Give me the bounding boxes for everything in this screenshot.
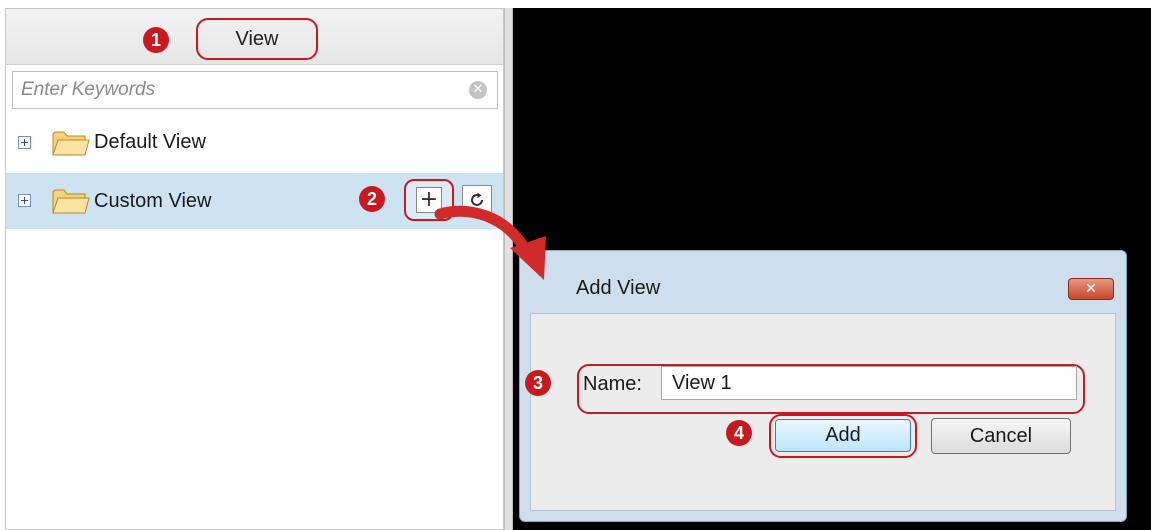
- tree-item-default-view[interactable]: Default View: [6, 117, 503, 169]
- search-input[interactable]: [13, 72, 453, 108]
- tree-item-label: Default View: [94, 131, 206, 153]
- close-button[interactable]: ✕: [1068, 278, 1114, 300]
- folder-icon: [52, 131, 90, 156]
- tree-item-custom-view[interactable]: Custom View +: [6, 173, 503, 229]
- clear-icon[interactable]: ✕: [469, 81, 487, 99]
- add-view-dialog: Add View ✕ Name: Add Cancel: [519, 250, 1127, 522]
- tree-item-label: Custom View: [94, 190, 212, 212]
- cancel-button[interactable]: Cancel: [931, 418, 1071, 454]
- add-button[interactable]: Add: [775, 419, 911, 452]
- step-badge-4: 4: [726, 420, 752, 446]
- step-badge-3: 3: [525, 370, 551, 396]
- view-panel: View ✕ Default View Custom View +: [5, 8, 504, 530]
- dialog-titlebar[interactable]: Add View ✕: [520, 251, 1126, 309]
- search-box: ✕: [12, 71, 498, 109]
- name-field[interactable]: [661, 366, 1077, 400]
- dialog-body: Name: Add Cancel: [530, 313, 1116, 511]
- expand-icon[interactable]: [18, 136, 31, 149]
- callout-arrow: [434, 205, 546, 280]
- name-label: Name:: [583, 373, 642, 395]
- expand-icon[interactable]: [18, 194, 31, 207]
- view-tab[interactable]: View: [196, 18, 318, 60]
- dialog-title: Add View: [576, 277, 661, 299]
- panel-header: View: [6, 9, 503, 65]
- step-badge-2: 2: [359, 186, 385, 212]
- step-badge-1: 1: [143, 27, 169, 53]
- folder-icon: [52, 189, 90, 214]
- close-icon: ✕: [1085, 281, 1097, 297]
